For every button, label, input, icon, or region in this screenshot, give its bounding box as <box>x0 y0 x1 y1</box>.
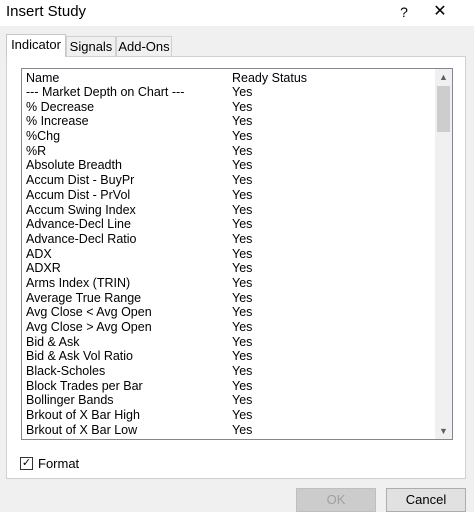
ready-status: Yes <box>232 143 253 158</box>
ready-status: Yes <box>232 364 253 379</box>
indicator-panel: Name Ready Status --- Market Depth on Ch… <box>6 56 466 479</box>
tab-add-ons[interactable]: Add-Ons <box>116 36 172 56</box>
study-name: Brkout of X Bar Low <box>26 422 138 437</box>
cancel-button[interactable]: Cancel <box>386 488 466 512</box>
list-item[interactable]: Arms Index (TRIN) Yes <box>22 276 435 291</box>
study-name: Brkout of X Bar High <box>26 408 140 423</box>
scroll-thumb[interactable] <box>437 86 450 132</box>
study-name: Bid & Ask Vol Ratio <box>26 349 134 364</box>
column-header-ready-status[interactable]: Ready Status <box>232 71 307 85</box>
help-button[interactable]: ? <box>396 2 412 22</box>
study-name: Avg Close < Avg Open <box>26 305 152 320</box>
list-item[interactable]: --- Market Depth on Chart --- Yes <box>22 85 435 100</box>
ready-status: Yes <box>232 393 253 408</box>
ready-status: Yes <box>232 231 253 246</box>
ready-status: Yes <box>232 246 253 261</box>
format-checkbox[interactable]: ✓ <box>20 457 33 470</box>
ready-status: Yes <box>232 187 253 202</box>
list-item[interactable]: ADXR Yes <box>22 261 435 276</box>
study-name: Arms Index (TRIN) <box>26 275 131 290</box>
study-name: Block Trades per Bar <box>26 378 143 393</box>
ready-status: Yes <box>232 85 253 99</box>
ready-status: Yes <box>232 217 253 232</box>
study-name: % Increase <box>26 114 89 129</box>
list-item[interactable]: Avg Close > Avg Open Yes <box>22 320 435 335</box>
study-name: Accum Dist - PrVol <box>26 187 131 202</box>
ready-status: Yes <box>232 422 253 437</box>
tab-indicator[interactable]: Indicator <box>6 34 66 57</box>
ok-button[interactable]: OK <box>296 488 376 512</box>
study-name: Accum Dist - BuyPr <box>26 173 135 188</box>
list-item[interactable]: Accum Dist - PrVol Yes <box>22 188 435 203</box>
study-name: Bollinger Bands <box>26 393 114 408</box>
study-list[interactable]: Name Ready Status --- Market Depth on Ch… <box>21 68 453 440</box>
study-name: --- Market Depth on Chart --- <box>26 85 185 99</box>
list-item[interactable]: Advance-Decl Line Yes <box>22 217 435 232</box>
list-item[interactable]: Brkout of X Bar Low Yes <box>22 423 435 438</box>
list-item[interactable]: %Chg Yes <box>22 129 435 144</box>
list-rows: --- Market Depth on Chart --- Yes% Decrea… <box>22 85 435 438</box>
tab-signals[interactable]: Signals <box>66 36 116 56</box>
ready-status: Yes <box>232 349 253 364</box>
ready-status: Yes <box>232 290 253 305</box>
study-name: Accum Swing Index <box>26 202 136 217</box>
ready-status: Yes <box>232 261 253 276</box>
close-button[interactable]: ✕ <box>430 2 450 22</box>
ready-status: Yes <box>232 305 253 320</box>
list-item[interactable]: Accum Swing Index Yes <box>22 203 435 218</box>
ready-status: Yes <box>232 173 253 188</box>
ready-status: Yes <box>232 114 253 129</box>
ready-status: Yes <box>232 202 253 217</box>
study-name: Advance-Decl Line <box>26 217 131 232</box>
study-name: %R <box>26 143 47 158</box>
list-item[interactable]: Black-Scholes Yes <box>22 364 435 379</box>
study-name: Absolute Breadth <box>26 158 122 173</box>
window-title: Insert Study <box>6 3 87 20</box>
list-item[interactable]: %R Yes <box>22 144 435 159</box>
list-item[interactable]: Advance-Decl Ratio Yes <box>22 232 435 247</box>
column-header-name[interactable]: Name <box>26 71 59 85</box>
format-label[interactable]: Format <box>38 456 79 471</box>
study-name: Avg Close > Avg Open <box>26 320 152 334</box>
scroll-down-icon[interactable]: ▼ <box>435 423 452 439</box>
vertical-scrollbar[interactable]: ▲ ▼ <box>435 69 452 439</box>
list-item[interactable]: Absolute Breadth Yes <box>22 158 435 173</box>
study-name: Bid & Ask <box>26 334 80 349</box>
list-item[interactable]: % Decrease Yes <box>22 100 435 115</box>
study-name: ADX <box>26 246 52 261</box>
study-name: Average True Range <box>26 290 142 305</box>
study-name: Black-Scholes <box>26 364 106 379</box>
list-item[interactable]: Bid & Ask Vol Ratio Yes <box>22 349 435 364</box>
dialog-body: Indicator Signals Add-Ons Name Ready Sta… <box>0 26 474 512</box>
list-item[interactable]: Avg Close < Avg Open Yes <box>22 305 435 320</box>
list-item[interactable]: Brkout of X Bar High Yes <box>22 408 435 423</box>
study-name: % Decrease <box>26 99 95 114</box>
study-name: Advance-Decl Ratio <box>26 231 137 246</box>
list-item[interactable]: Block Trades per Bar Yes <box>22 379 435 394</box>
ready-status: Yes <box>232 99 253 114</box>
list-item[interactable]: ADX Yes <box>22 247 435 262</box>
ready-status: Yes <box>232 408 253 423</box>
title-bar: Insert Study ? ✕ <box>0 0 474 26</box>
ready-status: Yes <box>232 158 253 173</box>
list-item[interactable]: Average True Range Yes <box>22 291 435 306</box>
list-item[interactable]: Bollinger Bands Yes <box>22 393 435 408</box>
ready-status: Yes <box>232 129 253 144</box>
ready-status: Yes <box>232 320 253 334</box>
list-item[interactable]: Accum Dist - BuyPr Yes <box>22 173 435 188</box>
study-name: %Chg <box>26 129 61 144</box>
scroll-up-icon[interactable]: ▲ <box>435 69 452 85</box>
list-item[interactable]: Bid & Ask Yes <box>22 335 435 350</box>
ready-status: Yes <box>232 334 253 349</box>
ready-status: Yes <box>232 275 253 290</box>
list-item[interactable]: % Increase Yes <box>22 114 435 129</box>
ready-status: Yes <box>232 378 253 393</box>
study-name: ADXR <box>26 261 61 276</box>
